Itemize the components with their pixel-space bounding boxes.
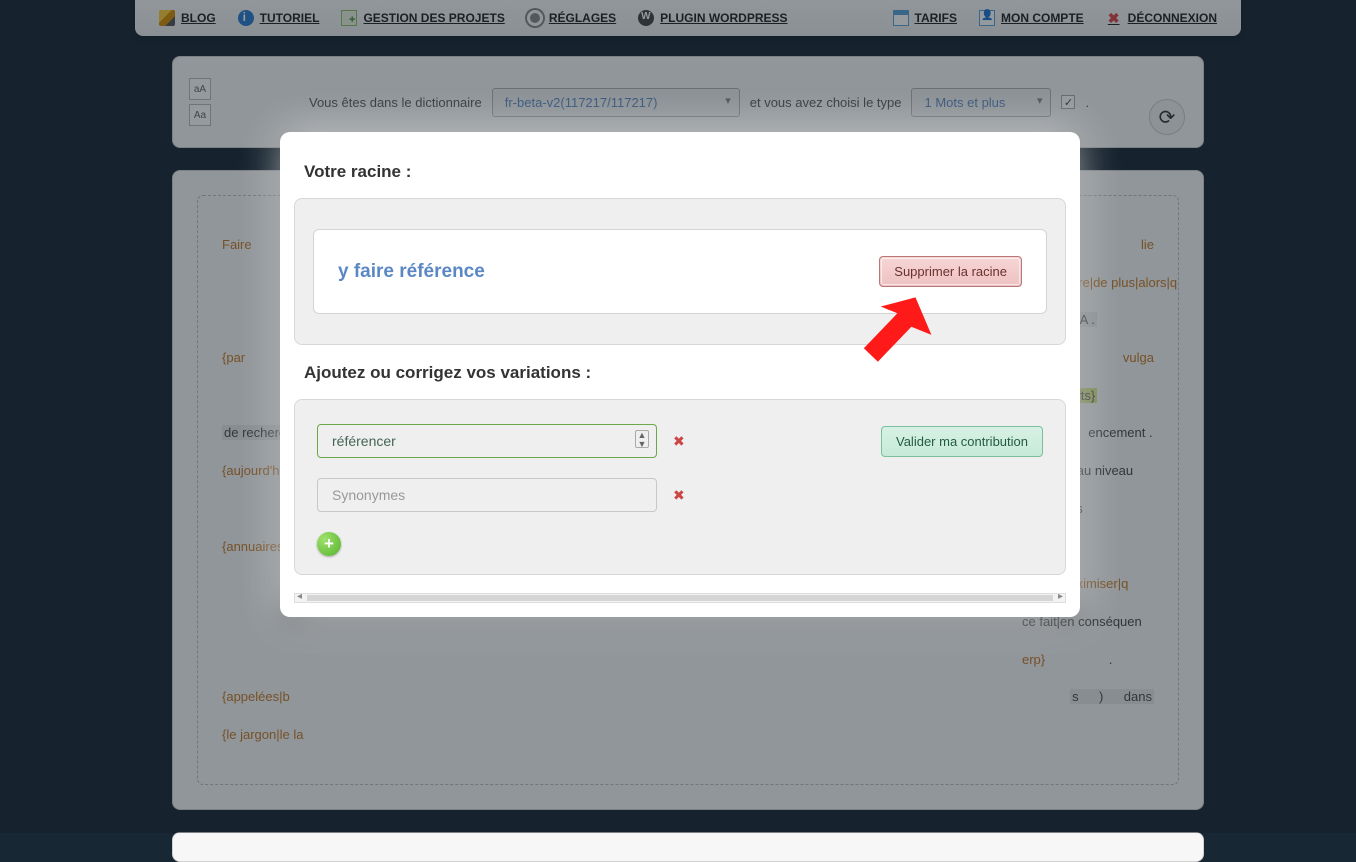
bottom-panel (172, 832, 1204, 862)
remove-variation-1-icon[interactable]: ✖ (673, 433, 685, 450)
variation-input-1[interactable]: référencer (317, 424, 657, 458)
add-variation-button[interactable]: + (317, 532, 341, 556)
root-section: y faire référence Supprimer la racine (294, 198, 1066, 345)
input-stepper-icon[interactable]: ▲▼ (635, 430, 649, 448)
modal-title-root: Votre racine : (304, 162, 1066, 182)
variation-row-1: référencer ▲▼ ✖ Valider ma contribution (317, 424, 1043, 458)
variation-row-2: Synonymes ✖ (317, 478, 1043, 512)
modal-scrollbar[interactable] (294, 593, 1066, 603)
root-text: y faire référence (338, 261, 485, 283)
delete-root-button[interactable]: Supprimer la racine (879, 256, 1022, 287)
validate-button[interactable]: Valider ma contribution (881, 426, 1043, 457)
remove-variation-2-icon[interactable]: ✖ (673, 487, 685, 504)
variation-input-2[interactable]: Synonymes (317, 478, 657, 512)
root-modal: Votre racine : y faire référence Supprim… (280, 132, 1080, 617)
root-box: y faire référence Supprimer la racine (313, 229, 1047, 314)
variations-section: référencer ▲▼ ✖ Valider ma contribution … (294, 399, 1066, 575)
modal-title-variations: Ajoutez ou corrigez vos variations : (304, 363, 1066, 383)
